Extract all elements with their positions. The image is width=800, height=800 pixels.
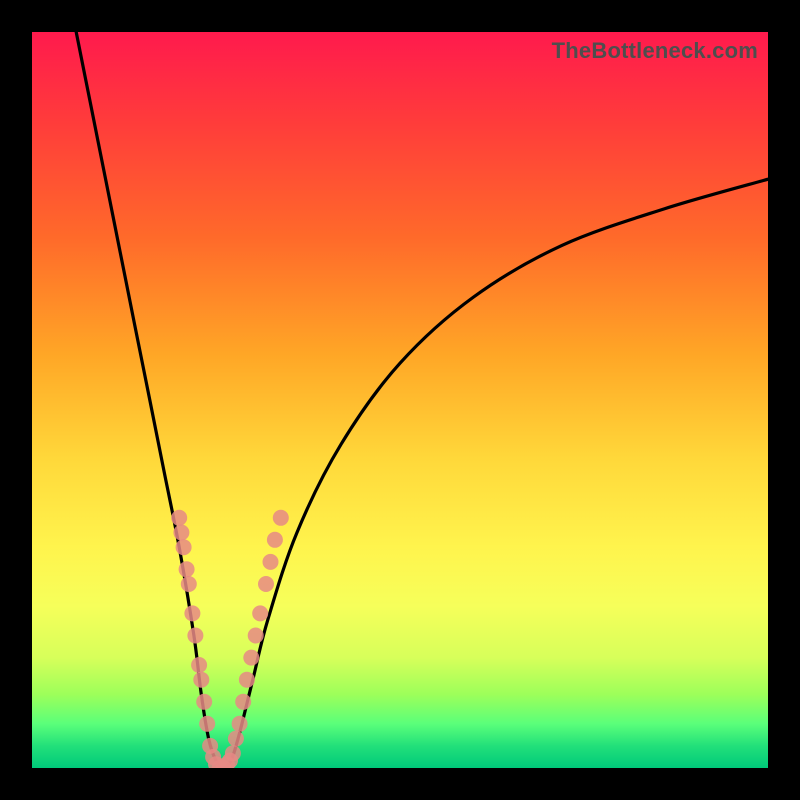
data-marker [225, 745, 241, 761]
data-marker [243, 650, 259, 666]
data-marker [273, 510, 289, 526]
data-marker [248, 628, 264, 644]
data-marker [187, 628, 203, 644]
data-marker [173, 525, 189, 541]
data-marker [196, 694, 212, 710]
data-marker [228, 731, 244, 747]
plot-area: TheBottleneck.com [32, 32, 768, 768]
data-marker [176, 539, 192, 555]
data-marker [252, 605, 268, 621]
data-marker [184, 605, 200, 621]
data-marker [171, 510, 187, 526]
data-marker [179, 561, 195, 577]
data-marker [239, 672, 255, 688]
data-marker [235, 694, 251, 710]
data-marker [232, 716, 248, 732]
data-marker [267, 532, 283, 548]
data-marker [258, 576, 274, 592]
chart-frame: TheBottleneck.com [0, 0, 800, 800]
data-marker [199, 716, 215, 732]
marker-group [171, 510, 289, 768]
data-marker [193, 672, 209, 688]
chart-svg [32, 32, 768, 768]
bottleneck-curve [76, 32, 768, 768]
data-marker [191, 657, 207, 673]
data-marker [263, 554, 279, 570]
data-marker [181, 576, 197, 592]
